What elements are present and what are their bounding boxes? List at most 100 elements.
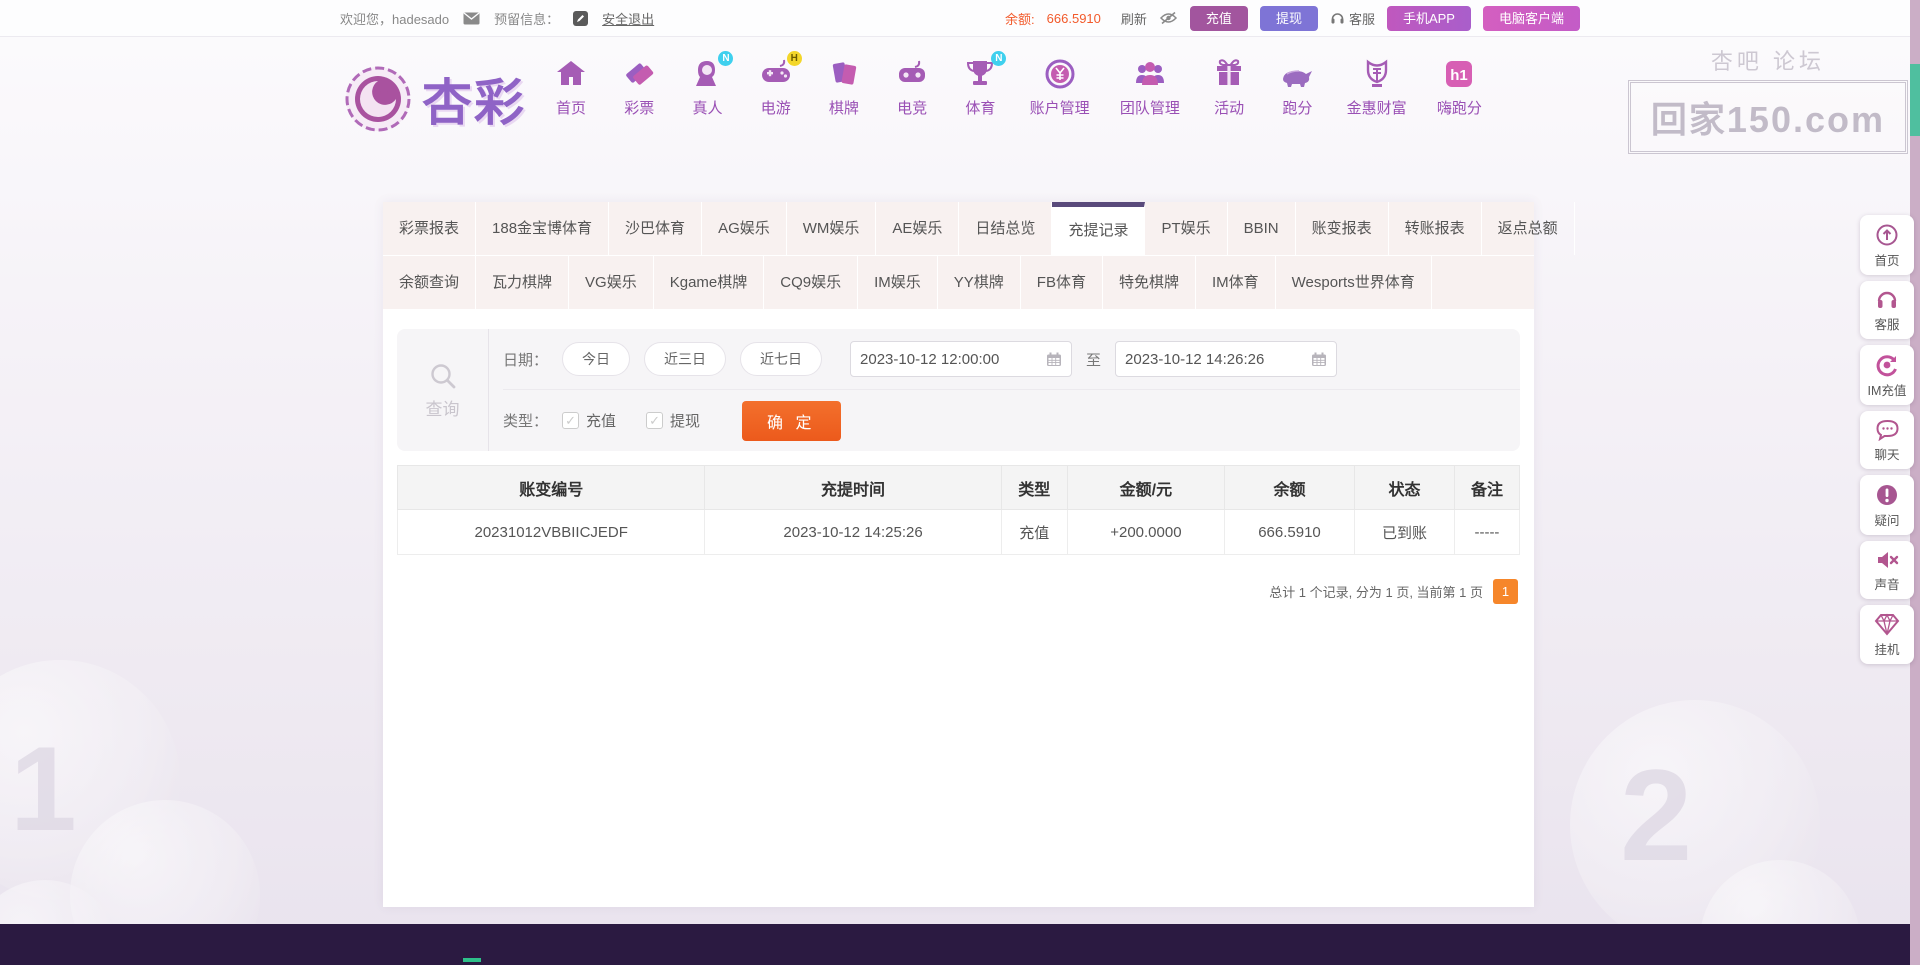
tab-ag[interactable]: AG娱乐	[702, 202, 787, 255]
col-amount: 金额/元	[1067, 466, 1224, 510]
nav-item-account[interactable]: 账户管理	[1030, 55, 1090, 118]
tab-wesports[interactable]: Wesports世界体育	[1276, 256, 1432, 309]
date-to-value: 2023-10-12 14:26:26	[1125, 351, 1264, 368]
decor-number: 2	[1620, 740, 1692, 890]
footer-tick	[463, 958, 481, 962]
tab-pt[interactable]: PT娱乐	[1145, 202, 1227, 255]
tab-vg[interactable]: VG娱乐	[569, 256, 654, 309]
cell-balance: 666.5910	[1224, 510, 1354, 555]
quick-today-button[interactable]: 今日	[562, 342, 630, 376]
message-icon[interactable]	[463, 12, 480, 25]
decor-number: 1	[10, 720, 77, 858]
side-item-sound[interactable]: 声音	[1860, 541, 1914, 599]
balance-label: 余额:	[1005, 9, 1035, 28]
tab-kgame[interactable]: Kgame棋牌	[654, 256, 765, 309]
service-link[interactable]: 客服	[1330, 9, 1375, 28]
nav-item-live[interactable]: N 真人	[688, 55, 726, 118]
confirm-button[interactable]: 确 定	[742, 401, 840, 441]
pc-client-button[interactable]: 电脑客户端	[1483, 6, 1580, 31]
tab-ae[interactable]: AE娱乐	[876, 202, 959, 255]
deposit-button[interactable]: 充值	[1190, 6, 1248, 31]
main-card: 彩票报表 188金宝博体育 沙巴体育 AG娱乐 WM娱乐 AE娱乐 日结总览 充…	[383, 202, 1534, 907]
calendar-icon	[1046, 352, 1062, 367]
deposit-checkbox[interactable]: ✓ 充值	[562, 410, 616, 431]
side-float: 首页 客服 IM充值 聊天 疑问 声音 挂机	[1860, 215, 1914, 664]
tab-zhangbian-baobiao[interactable]: 账变报表	[1296, 202, 1389, 255]
nav-item-board[interactable]: 棋牌	[825, 55, 863, 118]
badge-n: N	[991, 51, 1006, 66]
tab-fandian-zonge[interactable]: 返点总额	[1482, 202, 1575, 255]
withdraw-button[interactable]: 提现	[1260, 6, 1318, 31]
nav-item-lottery[interactable]: 彩票	[620, 55, 658, 118]
tab-caipiao-baobiao[interactable]: 彩票报表	[383, 202, 476, 255]
tab-shaba-sports[interactable]: 沙巴体育	[609, 202, 702, 255]
tab-chongti-jilu-active[interactable]: 充提记录	[1052, 202, 1145, 255]
tab-yy-qipai[interactable]: YY棋牌	[938, 256, 1021, 309]
pagination-summary: 总计 1 个记录, 分为 1 页, 当前第 1 页	[1269, 582, 1483, 601]
date-from-input[interactable]: 2023-10-12 12:00:00	[850, 341, 1072, 377]
tab-bbin[interactable]: BBIN	[1228, 202, 1296, 255]
nav-item-paofen[interactable]: 跑分	[1278, 55, 1316, 118]
side-item-question[interactable]: 疑问	[1860, 475, 1914, 535]
withdraw-checkbox[interactable]: ✓ 提现	[646, 410, 700, 431]
chat-bubble-icon	[1875, 419, 1900, 441]
page-root: 1 2 杏吧 论坛 回家150.com 欢迎您，hadesado 预留信息： 安…	[0, 0, 1920, 965]
quick-7days-button[interactable]: 近七日	[740, 342, 822, 376]
mobile-app-button[interactable]: 手机APP	[1387, 6, 1471, 31]
nav-item-egame[interactable]: H 电游	[757, 55, 795, 118]
pagination: 总计 1 个记录, 分为 1 页, 当前第 1 页 1	[383, 579, 1518, 604]
filter-date-row: 日期： 今日 近三日 近七日 2023-10-12 12:00:00 至 202…	[503, 329, 1520, 390]
sound-muted-icon	[1875, 549, 1900, 571]
records-table: 账变编号 充提时间 类型 金额/元 余额 状态 备注 20231012VBBII…	[397, 465, 1520, 555]
tab-188-sports[interactable]: 188金宝博体育	[476, 202, 609, 255]
tab-wm[interactable]: WM娱乐	[787, 202, 877, 255]
brand-logo[interactable]: 杏彩	[342, 63, 526, 135]
search-zone: 查询	[397, 329, 489, 451]
side-item-home[interactable]: 首页	[1860, 215, 1914, 275]
col-change-id: 账变编号	[398, 466, 705, 510]
side-item-chat[interactable]: 聊天	[1860, 411, 1914, 469]
tab-temian-qipai[interactable]: 特免棋牌	[1103, 256, 1196, 309]
brand-name: 杏彩	[422, 63, 526, 135]
watermark-title: 杏吧 论坛	[1628, 44, 1908, 76]
side-item-idle[interactable]: 挂机	[1860, 605, 1914, 664]
tab-rijie-zonglan[interactable]: 日结总览	[959, 202, 1052, 255]
edit-pencil-icon[interactable]	[573, 11, 588, 26]
eye-slash-icon[interactable]	[1159, 11, 1178, 25]
nav-item-wealth[interactable]: 金惠财富	[1347, 55, 1407, 118]
date-from-value: 2023-10-12 12:00:00	[860, 351, 999, 368]
exclamation-circle-icon	[1875, 483, 1899, 507]
to-label: 至	[1086, 349, 1101, 370]
nav-item-home[interactable]: 首页	[552, 55, 590, 118]
nav-item-team[interactable]: 团队管理	[1120, 55, 1180, 118]
esports-gamepad-icon	[893, 55, 931, 93]
cards-icon	[825, 55, 863, 93]
date-to-input[interactable]: 2023-10-12 14:26:26	[1115, 341, 1337, 377]
side-item-service[interactable]: 客服	[1860, 281, 1914, 339]
page-1-button[interactable]: 1	[1493, 579, 1518, 604]
nav-item-esports[interactable]: 电竞	[893, 55, 931, 118]
logout-link[interactable]: 安全退出	[602, 9, 654, 28]
table-row: 20231012VBBIICJEDF 2023-10-12 14:25:26 充…	[398, 510, 1520, 555]
tab-im-yule[interactable]: IM娱乐	[858, 256, 938, 309]
tab-wali-qipai[interactable]: 瓦力棋牌	[476, 256, 569, 309]
tab-yue-chaxun[interactable]: 余额查询	[383, 256, 476, 309]
ticket-icon	[620, 55, 658, 93]
trophy-icon: N	[961, 55, 999, 93]
side-item-im-recharge[interactable]: IM充值	[1860, 345, 1914, 405]
tab-cq9[interactable]: CQ9娱乐	[764, 256, 858, 309]
search-word: 查询	[426, 395, 460, 420]
tab-im-sports[interactable]: IM体育	[1196, 256, 1276, 309]
footer	[0, 924, 1920, 965]
tab-zhuanzhang-baobiao[interactable]: 转账报表	[1389, 202, 1482, 255]
tab-fb-sports[interactable]: FB体育	[1021, 256, 1103, 309]
quick-3days-button[interactable]: 近三日	[644, 342, 726, 376]
nav-item-sports[interactable]: N 体育	[961, 55, 999, 118]
refresh-link[interactable]: 刷新	[1121, 9, 1147, 28]
nav-item-hi-paofen[interactable]: h1 嗨跑分	[1437, 55, 1482, 118]
hi-run-icon: h1	[1440, 55, 1478, 93]
type-label: 类型：	[503, 410, 548, 431]
col-type: 类型	[1001, 466, 1067, 510]
nav-item-promo[interactable]: 活动	[1210, 55, 1248, 118]
scrollbar-thumb[interactable]	[1910, 64, 1920, 136]
